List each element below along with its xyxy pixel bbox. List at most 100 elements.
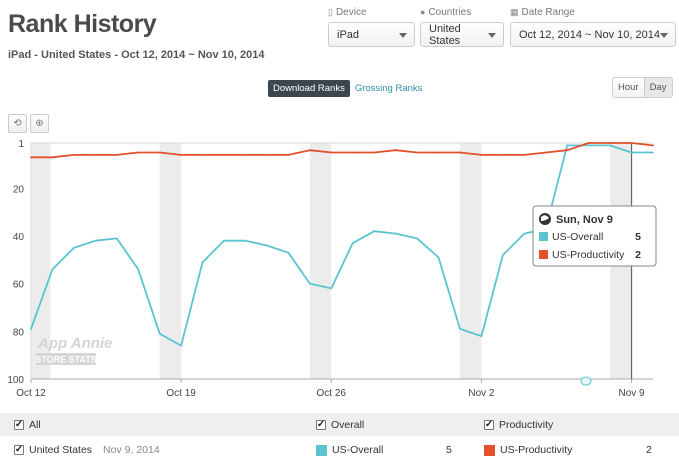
countries-select-value: United States xyxy=(429,22,461,47)
productivity-swatch xyxy=(484,444,495,456)
data-point-us-overall xyxy=(501,254,504,256)
data-point-us-productivity xyxy=(94,154,97,156)
y-tick-label: 60 xyxy=(13,280,25,291)
y-tick-label: 40 xyxy=(13,232,25,243)
date-range-filter-label: Date Range xyxy=(521,6,575,18)
data-point-us-overall xyxy=(587,144,590,147)
date-range-select[interactable]: Oct 12, 2014 ~ Nov 10, 2014 xyxy=(510,22,676,47)
data-point-us-productivity xyxy=(394,149,397,152)
reset-zoom-icon[interactable]: ⟲ xyxy=(8,114,27,133)
data-point-us-overall xyxy=(30,328,32,330)
all-checkbox[interactable]: ✓ xyxy=(14,419,24,430)
data-point-us-overall xyxy=(244,239,247,242)
x-tick-label: Oct 19 xyxy=(166,388,196,399)
data-point-us-overall xyxy=(630,151,633,154)
data-point-us-overall xyxy=(201,261,204,264)
united-states-checkbox[interactable]: ✓ xyxy=(14,445,24,455)
legend-country-row: ✓ United States Nov 9, 2014 US-Overall 5 U… xyxy=(0,437,679,463)
data-point-us-productivity xyxy=(630,142,633,144)
countries-filter: ● Countries United States xyxy=(420,6,504,47)
data-point-us-productivity xyxy=(30,156,32,159)
calendar-icon: ▦ xyxy=(510,6,519,17)
tooltip-overall-name: US-Overall xyxy=(552,231,603,243)
data-point-us-overall xyxy=(523,232,526,235)
data-point-us-productivity xyxy=(437,151,440,154)
chevron-down-icon xyxy=(660,33,668,38)
x-tick-label: Oct 12 xyxy=(16,388,46,399)
data-point-us-productivity xyxy=(72,154,75,156)
data-point-us-productivity xyxy=(351,151,354,154)
weekend-band xyxy=(309,143,332,379)
rank-history-chart[interactable]: App Annie STORE STATS 1 20 40 60 80 100 Oct 1… xyxy=(0,133,679,411)
zoom-icon[interactable]: ⊕ xyxy=(30,114,49,133)
range-handle[interactable] xyxy=(580,376,592,386)
date-range-select-value: Oct 12, 2014 ~ Nov 10, 2014 xyxy=(519,28,660,41)
data-point-us-productivity xyxy=(266,154,268,156)
data-point-us-productivity xyxy=(287,154,290,156)
weekend-band xyxy=(459,143,482,379)
countries-select[interactable]: United States xyxy=(420,22,504,47)
data-point-us-overall xyxy=(416,237,418,240)
countries-filter-label: Countries xyxy=(428,6,472,18)
series-line-us-productivity xyxy=(31,142,654,159)
y-tick-label: 80 xyxy=(13,327,25,338)
watermark-line2: STORE STATS xyxy=(35,355,97,365)
data-point-us-overall xyxy=(266,244,268,247)
download-ranks-button[interactable]: Download Ranks xyxy=(268,80,350,97)
page-subtitle: iPad - United States - Oct 12, 2014 ~ No… xyxy=(8,49,265,61)
data-point-us-productivity xyxy=(566,149,569,152)
device-filter-label: Device xyxy=(335,6,367,18)
legend-header-row: ✓ All ✓ Overall ✓ Productivity xyxy=(0,413,679,436)
data-point-us-productivity xyxy=(308,149,311,152)
data-point-us-overall xyxy=(437,256,440,259)
device-select[interactable]: iPad xyxy=(328,22,415,47)
data-point-us-overall xyxy=(287,251,290,254)
data-point-us-productivity xyxy=(115,154,118,156)
day-button[interactable]: Day xyxy=(644,77,673,98)
device-filter: ▯ Device iPad xyxy=(328,6,415,47)
legend-overall-name: US-Overall xyxy=(332,444,384,456)
data-point-us-overall xyxy=(94,239,97,242)
tooltip-productivity-name: US-Productivity xyxy=(552,249,625,261)
data-point-us-overall xyxy=(459,328,461,330)
data-point-us-productivity xyxy=(459,151,461,154)
data-point-us-productivity xyxy=(137,151,140,154)
data-point-us-overall xyxy=(72,246,75,249)
y-tick-label: 1 xyxy=(18,139,24,150)
hour-button[interactable]: Hour xyxy=(612,77,645,98)
grossing-ranks-link[interactable]: Grossing Ranks xyxy=(353,83,425,94)
x-tick-label: Nov 2 xyxy=(468,388,495,399)
x-tick-label: Nov 9 xyxy=(618,388,645,399)
legend-productivity-name: US-Productivity xyxy=(500,444,573,456)
data-point-us-productivity xyxy=(201,154,204,156)
data-point-us-productivity xyxy=(244,154,247,156)
watermark-line1: App Annie xyxy=(37,335,112,352)
tooltip-productivity-value: 2 xyxy=(635,249,641,261)
tooltip: Sun, Nov 9 US-Overall 5 US-Productivity … xyxy=(532,205,657,267)
tooltip-date: Sun, Nov 9 xyxy=(556,214,613,226)
data-point-us-productivity xyxy=(223,154,225,156)
date-range-filter: ▦ Date Range Oct 12, 2014 ~ Nov 10, 2014 xyxy=(510,6,676,47)
country-label: United States xyxy=(29,444,93,456)
overall-checkbox[interactable]: ✓ xyxy=(316,419,326,430)
overall-label: Overall xyxy=(331,418,365,431)
data-point-us-productivity xyxy=(330,151,333,154)
country-date: Nov 9, 2014 xyxy=(103,444,160,456)
series-legend-table: ✓ All ✓ Overall ✓ Productivity ✓ United Stat… xyxy=(0,413,679,463)
device-icon: ▯ xyxy=(328,6,333,17)
data-point-us-overall xyxy=(609,144,612,147)
device-select-value: iPad xyxy=(337,28,360,41)
data-point-us-overall xyxy=(394,232,397,235)
data-point-us-overall xyxy=(115,237,118,240)
data-point-us-productivity xyxy=(609,142,612,144)
productivity-checkbox[interactable]: ✓ xyxy=(484,419,494,430)
data-point-us-productivity xyxy=(544,151,547,154)
globe-icon: ● xyxy=(420,7,426,17)
chevron-down-icon xyxy=(399,33,407,38)
tooltip-overall-value: 5 xyxy=(635,231,641,243)
y-tick-label: 20 xyxy=(13,184,25,195)
legend-productivity-value: 2 xyxy=(646,444,652,456)
overall-swatch xyxy=(316,444,327,456)
data-point-us-productivity xyxy=(51,156,54,159)
data-point-us-overall xyxy=(308,282,311,285)
